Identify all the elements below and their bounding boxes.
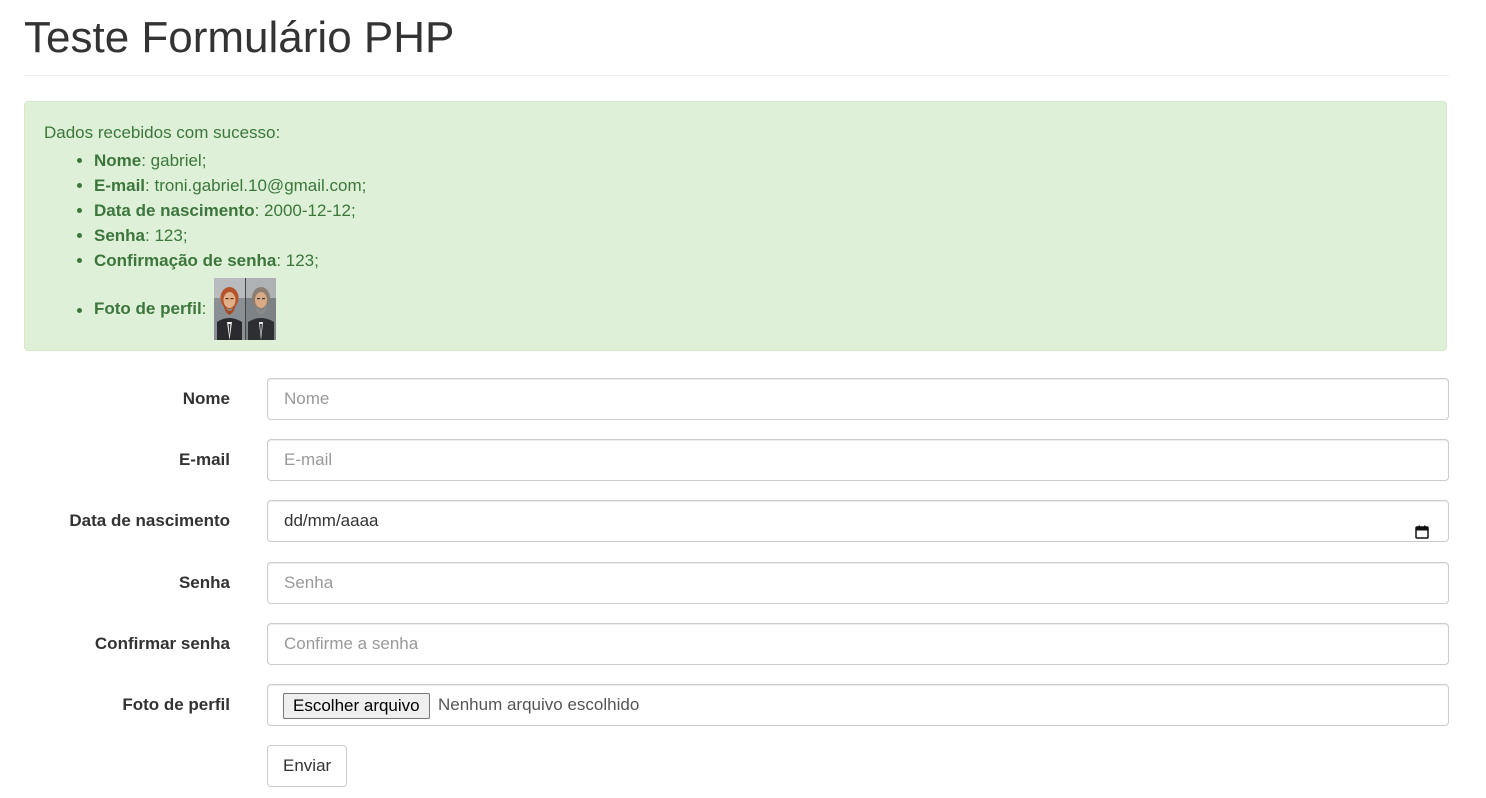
- name-input[interactable]: Nome: [267, 378, 1449, 420]
- password-label: Senha: [178, 573, 230, 592]
- alert-intro: Dados recebidos com sucesso:: [44, 123, 281, 142]
- item-key: Confirmação de senha: [94, 251, 277, 270]
- item-key: E-mail: [94, 176, 146, 195]
- photo-label: Foto de perfil: [122, 695, 230, 714]
- list-item: Nome: gabriel;: [76, 148, 366, 173]
- list-item-photo: Foto de perfil:: [76, 278, 366, 340]
- received-data-list: Nome: gabriel; E-mail: troni.gabriel.10@…: [76, 148, 367, 340]
- confirm-password-placeholder: Confirme a senha: [284, 634, 419, 653]
- birthdate-label: Data de nascimento: [69, 511, 230, 530]
- list-item: Data de nascimento: 2000-12-12;: [76, 198, 366, 223]
- item-key: Foto de perfil: [94, 299, 202, 318]
- confirm-password-input[interactable]: Confirme a senha: [267, 623, 1449, 665]
- name-placeholder: Nome: [284, 389, 330, 408]
- item-separator: :: [201, 299, 207, 318]
- birthdate-placeholder: dd/mm/aaaa: [284, 511, 379, 530]
- file-status-text: Nenhum arquivo escolhido: [438, 695, 640, 714]
- list-item: Senha: 123;: [76, 223, 366, 248]
- form-row-birthdate: Data de nascimento dd/mm/aaaa: [24, 500, 1449, 542]
- submit-button[interactable]: Enviar: [267, 745, 348, 787]
- form-row-name: Nome Nome: [24, 378, 1449, 420]
- item-value: : 123;: [276, 251, 319, 270]
- profile-photo-thumbnail: [214, 278, 276, 340]
- success-alert: Dados recebidos com sucesso: Nome: gabri…: [24, 101, 1447, 351]
- item-value: : troni.gabriel.10@gmail.com;: [145, 176, 367, 195]
- list-item: Confirmação de senha: 123;: [76, 248, 366, 273]
- item-value: : 123;: [145, 226, 188, 245]
- title-divider: [24, 75, 1449, 76]
- choose-file-button[interactable]: Escolher arquivo: [283, 693, 430, 719]
- item-key: Senha: [94, 226, 146, 245]
- page-title: Teste Formulário PHP: [24, 13, 455, 62]
- email-input[interactable]: E-mail: [267, 439, 1449, 481]
- calendar-icon[interactable]: [1415, 514, 1429, 539]
- list-item: E-mail: troni.gabriel.10@gmail.com;: [76, 173, 367, 198]
- form-row-confirm-password: Confirmar senha Confirme a senha: [24, 623, 1449, 665]
- item-value: : gabriel;: [141, 151, 207, 170]
- form-row-email: E-mail E-mail: [24, 439, 1449, 481]
- confirm-password-label: Confirmar senha: [94, 634, 230, 653]
- item-key: Nome: [94, 151, 142, 170]
- password-placeholder: Senha: [284, 573, 334, 592]
- photo-file-input[interactable]: Escolher arquivo Nenhum arquivo escolhid…: [267, 684, 1449, 726]
- email-label: E-mail: [178, 450, 230, 469]
- name-label: Nome: [182, 389, 230, 408]
- form-row-password: Senha Senha: [24, 562, 1449, 604]
- item-value: : 2000-12-12;: [254, 201, 356, 220]
- form-row-photo: Foto de perfil Escolher arquivo Nenhum a…: [24, 684, 1449, 726]
- email-placeholder: E-mail: [284, 450, 333, 469]
- item-key: Data de nascimento: [94, 201, 255, 220]
- birthdate-input[interactable]: dd/mm/aaaa: [267, 500, 1449, 542]
- password-input[interactable]: Senha: [267, 562, 1449, 604]
